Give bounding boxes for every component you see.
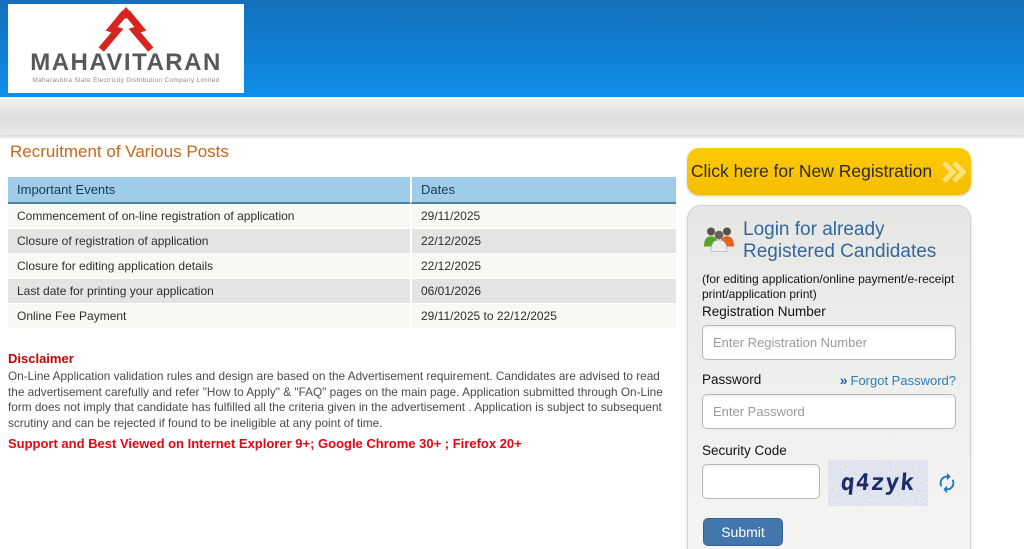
refresh-captcha-button[interactable] — [936, 472, 958, 497]
event-cell: Commencement of on-line registration of … — [8, 204, 410, 229]
security-code-label: Security Code — [702, 443, 956, 458]
page: MAHAVITARAN Maharashtra State Electricit… — [0, 0, 1024, 549]
date-cell: 06/01/2026 — [410, 279, 676, 304]
event-cell: Closure of registration of application — [8, 229, 410, 254]
double-chevron-icon: » — [840, 372, 848, 388]
logo: MAHAVITARAN Maharashtra State Electricit… — [8, 4, 244, 93]
registration-number-label: Registration Number — [702, 304, 956, 319]
event-cell: Last date for printing your application — [8, 279, 410, 304]
brand-name: MAHAVITARAN — [30, 51, 222, 75]
browser-support-note: Support and Best Viewed on Internet Expl… — [8, 436, 522, 451]
events-column-header: Important Events — [8, 177, 410, 204]
password-label: Password — [702, 372, 761, 387]
date-cell: 22/12/2025 — [410, 229, 676, 254]
new-registration-button[interactable]: Click here for New Registration — [687, 148, 971, 195]
table-row: Commencement of on-line registration of … — [8, 204, 676, 229]
captcha-text: q4zyk — [828, 460, 928, 506]
lightning-logo-icon — [51, 7, 201, 53]
candidates-group-icon — [702, 224, 736, 253]
table-row: Last date for printing your application … — [8, 279, 676, 304]
submit-button[interactable]: Submit — [703, 518, 783, 546]
disclaimer-text: On-Line Application validation rules and… — [8, 369, 668, 432]
registration-number-input[interactable] — [702, 325, 956, 360]
disclaimer-section: Disclaimer On-Line Application validatio… — [8, 351, 668, 432]
events-table: Important Events Dates Commencement of o… — [8, 177, 676, 329]
login-panel: Login for already Registered Candidates … — [687, 205, 971, 549]
table-header-row: Important Events Dates — [8, 177, 676, 204]
security-code-input[interactable] — [702, 464, 820, 499]
table-row: Online Fee Payment 29/11/2025 to 22/12/2… — [8, 304, 676, 329]
header-substrip — [0, 97, 1024, 135]
login-panel-title: Login for already Registered Candidates — [743, 219, 936, 264]
brand-tagline: Maharashtra State Electricity Distributi… — [32, 77, 219, 84]
disclaimer-title: Disclaimer — [8, 351, 668, 366]
forgot-password-link[interactable]: »Forgot Password? — [840, 372, 956, 388]
captcha-image: q4zyk — [828, 460, 928, 506]
table-row: Closure for editing application details … — [8, 254, 676, 279]
event-cell: Closure for editing application details — [8, 254, 410, 279]
event-cell: Online Fee Payment — [8, 304, 410, 329]
date-cell: 22/12/2025 — [410, 254, 676, 279]
refresh-icon — [936, 472, 958, 494]
login-panel-subtitle: (for editing application/online payment/… — [702, 272, 956, 302]
date-cell: 29/11/2025 to 22/12/2025 — [410, 304, 676, 329]
header-banner: MAHAVITARAN Maharashtra State Electricit… — [0, 0, 1024, 97]
new-registration-label: Click here for New Registration — [691, 161, 932, 182]
dates-column-header: Dates — [410, 177, 676, 204]
login-panel-header: Login for already Registered Candidates — [702, 219, 956, 264]
page-title: Recruitment of Various Posts — [10, 142, 229, 162]
double-chevron-icon — [941, 161, 967, 183]
date-cell: 29/11/2025 — [410, 204, 676, 229]
password-input[interactable] — [702, 394, 956, 429]
table-row: Closure of registration of application 2… — [8, 229, 676, 254]
